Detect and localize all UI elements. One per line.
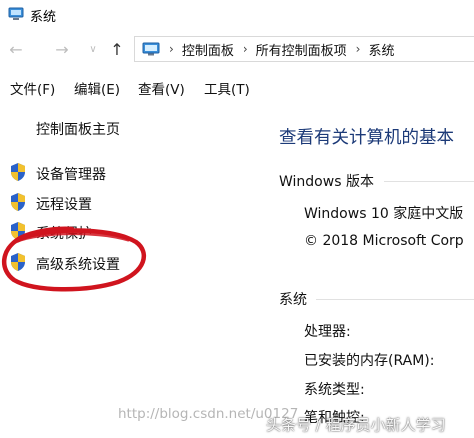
up-arrow-icon[interactable]: ↑ xyxy=(107,38,127,60)
window-title: 系统 xyxy=(30,10,57,25)
installed-ram-label: 已安装的内存(RAM): xyxy=(304,353,435,369)
shield-icon xyxy=(11,163,25,181)
system-section-label: 系统 xyxy=(279,292,307,308)
section-divider xyxy=(316,299,474,300)
page-heading: 查看有关计算机的基本 xyxy=(279,128,454,148)
breadcrumb-separator: › xyxy=(169,42,174,56)
breadcrumb-separator: › xyxy=(355,42,361,56)
menu-bar: 文件(F) 编辑(E) 查看(V) 工具(T) xyxy=(0,74,474,98)
recent-locations-chevron-icon[interactable]: ∨ xyxy=(86,40,100,58)
menu-view[interactable]: 查看(V) xyxy=(138,78,185,98)
sidebar-item-advanced-system-settings[interactable]: 高级系统设置 xyxy=(36,254,120,274)
sidebar-control-panel-home[interactable]: 控制面板主页 xyxy=(36,119,120,139)
menu-edit[interactable]: 编辑(E) xyxy=(74,78,120,98)
sidebar-item-system-protection[interactable]: 系统保护 xyxy=(36,223,92,243)
copyright-text: © 2018 Microsoft Corp xyxy=(304,233,464,249)
shield-icon xyxy=(11,193,25,211)
sidebar-item-remote-settings[interactable]: 远程设置 xyxy=(36,194,92,214)
sidebar-item-device-manager[interactable]: 设备管理器 xyxy=(36,164,106,184)
back-arrow-icon[interactable]: ← xyxy=(6,38,26,60)
menu-file[interactable]: 文件(F) xyxy=(10,78,55,98)
breadcrumb-system[interactable]: 系统 xyxy=(368,40,394,59)
title-bar: 系统 xyxy=(0,0,474,30)
breadcrumb-separator: › xyxy=(242,42,248,56)
author-watermark: 头条号 / 程序员小新人学习 xyxy=(266,416,446,434)
processor-label: 处理器: xyxy=(304,324,351,340)
control-panel-icon xyxy=(142,42,160,56)
system-type-label: 系统类型: xyxy=(304,382,365,398)
shield-icon xyxy=(11,253,25,271)
breadcrumb-control-panel[interactable]: 控制面板 xyxy=(182,40,234,59)
address-bar[interactable]: › 控制面板 › 所有控制面板项 › 系统 xyxy=(134,36,474,62)
shield-icon xyxy=(11,222,25,240)
forward-arrow-icon[interactable]: → xyxy=(52,38,72,60)
section-divider xyxy=(384,181,474,182)
windows-edition-section-label: Windows 版本 xyxy=(279,174,374,190)
system-icon xyxy=(8,7,24,20)
navigation-bar: ← → ∨ ↑ › 控制面板 › 所有控制面板项 › 系统 xyxy=(0,34,474,64)
menu-tools[interactable]: 工具(T) xyxy=(204,78,250,98)
windows-edition-value: Windows 10 家庭中文版 xyxy=(304,206,464,222)
breadcrumb-all-items[interactable]: 所有控制面板项 xyxy=(256,40,347,59)
